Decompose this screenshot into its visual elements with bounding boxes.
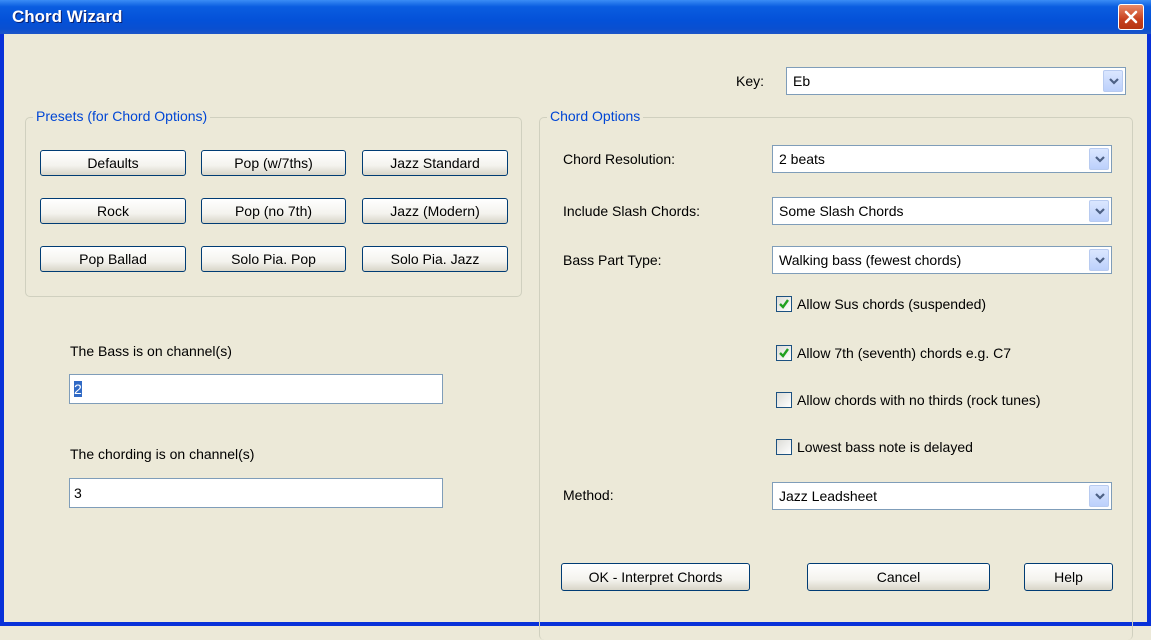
bass-channel-value: 2 <box>74 381 82 397</box>
bass-part-type-label: Bass Part Type: <box>563 252 662 268</box>
chord-resolution-select[interactable]: 2 beats <box>772 145 1112 173</box>
bass-part-type-dropdown-button[interactable] <box>1089 249 1109 271</box>
ok-interpret-chords-button[interactable]: OK - Interpret Chords <box>561 563 750 591</box>
checkmark-icon <box>779 348 789 358</box>
slash-chords-select[interactable]: Some Slash Chords <box>772 197 1112 225</box>
preset-pop-ballad-button[interactable]: Pop Ballad <box>40 246 186 272</box>
bass-channel-input[interactable]: 2 <box>69 374 443 404</box>
method-select[interactable]: Jazz Leadsheet <box>772 482 1112 510</box>
bass-channel-label: The Bass is on channel(s) <box>70 343 232 359</box>
preset-jazz-standard-button[interactable]: Jazz Standard <box>362 150 508 176</box>
chord-resolution-value: 2 beats <box>779 151 825 167</box>
chevron-down-icon <box>1095 493 1105 500</box>
presets-legend: Presets (for Chord Options) <box>33 108 211 124</box>
method-dropdown-button[interactable] <box>1089 485 1109 507</box>
slash-chords-dropdown-button[interactable] <box>1089 200 1109 222</box>
close-button[interactable] <box>1118 4 1144 30</box>
chevron-down-icon <box>1095 257 1105 264</box>
chording-channel-label: The chording is on channel(s) <box>70 446 255 462</box>
chording-channel-value: 3 <box>74 485 82 501</box>
chord-resolution-label: Chord Resolution: <box>563 151 676 167</box>
allow-no-thirds-label[interactable]: Allow chords with no thirds (rock tunes) <box>797 392 1041 408</box>
cancel-button[interactable]: Cancel <box>807 563 990 591</box>
chord-options-legend: Chord Options <box>547 108 644 124</box>
lowest-bass-delayed-label[interactable]: Lowest bass note is delayed <box>797 439 973 455</box>
help-button[interactable]: Help <box>1024 563 1113 591</box>
bass-part-type-value: Walking bass (fewest chords) <box>779 252 962 268</box>
close-icon <box>1124 10 1138 24</box>
preset-pop-no7th-button[interactable]: Pop (no 7th) <box>201 198 346 224</box>
bass-part-type-select[interactable]: Walking bass (fewest chords) <box>772 246 1112 274</box>
key-select[interactable]: Eb <box>786 67 1126 95</box>
window-title: Chord Wizard <box>12 7 123 26</box>
key-label: Key: <box>736 73 765 89</box>
chord-options-group <box>539 117 1133 640</box>
checkmark-icon <box>779 299 789 309</box>
preset-rock-button[interactable]: Rock <box>40 198 186 224</box>
chevron-down-icon <box>1109 78 1119 85</box>
allow-7th-checkbox[interactable] <box>776 345 792 361</box>
allow-sus-label[interactable]: Allow Sus chords (suspended) <box>797 296 986 312</box>
lowest-bass-delayed-checkbox[interactable] <box>776 439 792 455</box>
key-dropdown-button[interactable] <box>1103 70 1123 92</box>
slash-chords-label: Include Slash Chords: <box>563 203 700 219</box>
allow-7th-label[interactable]: Allow 7th (seventh) chords e.g. C7 <box>797 345 1011 361</box>
chevron-down-icon <box>1095 208 1105 215</box>
chevron-down-icon <box>1095 156 1105 163</box>
preset-solo-pia-pop-button[interactable]: Solo Pia. Pop <box>201 246 346 272</box>
chording-channel-input[interactable]: 3 <box>69 478 443 508</box>
preset-jazz-modern-button[interactable]: Jazz (Modern) <box>362 198 508 224</box>
preset-pop-7ths-button[interactable]: Pop (w/7ths) <box>201 150 346 176</box>
chord-resolution-dropdown-button[interactable] <box>1089 148 1109 170</box>
preset-solo-pia-jazz-button[interactable]: Solo Pia. Jazz <box>362 246 508 272</box>
preset-defaults-button[interactable]: Defaults <box>40 150 186 176</box>
title-bar[interactable]: Chord Wizard <box>0 0 1151 34</box>
method-label: Method: <box>563 487 614 503</box>
slash-chords-value: Some Slash Chords <box>779 203 904 219</box>
key-value: Eb <box>793 73 811 89</box>
method-value: Jazz Leadsheet <box>779 488 878 504</box>
allow-no-thirds-checkbox[interactable] <box>776 392 792 408</box>
allow-sus-checkbox[interactable] <box>776 296 792 312</box>
